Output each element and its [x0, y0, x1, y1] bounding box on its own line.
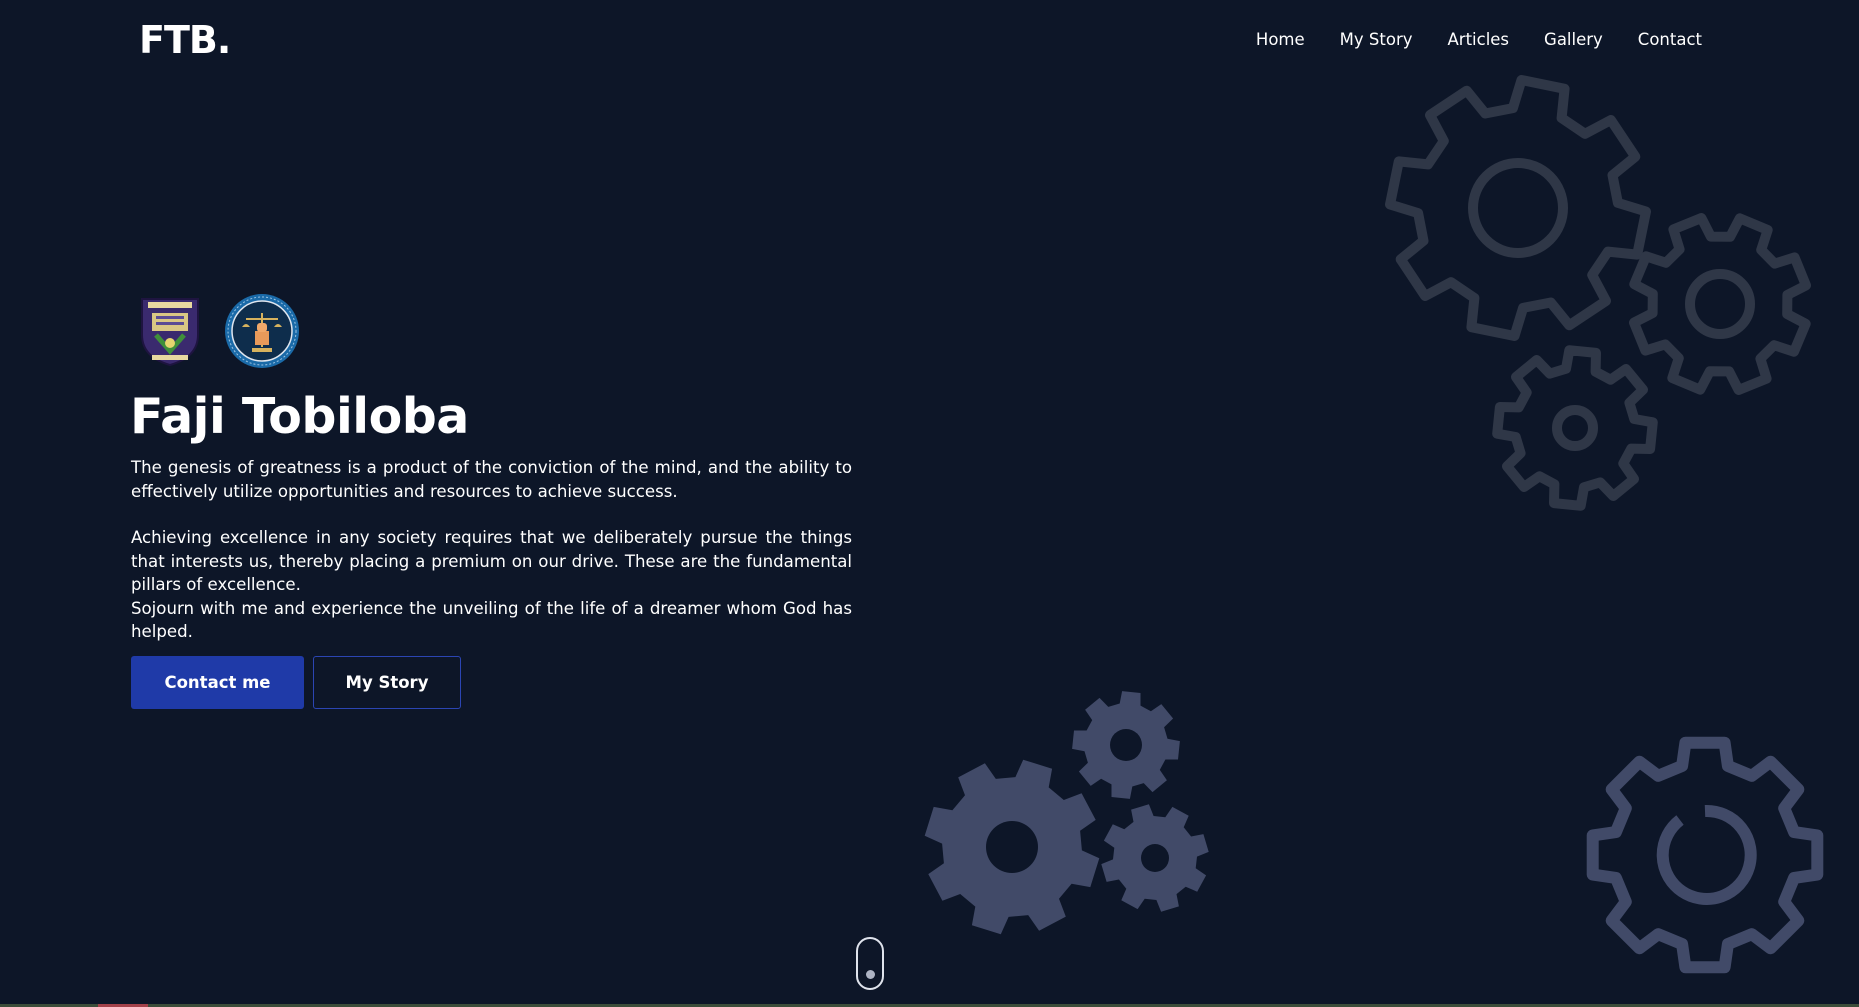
page: FTB. Home My Story Articles Gallery Cont…: [0, 0, 1859, 1007]
my-story-button[interactable]: My Story: [313, 656, 461, 709]
hero-paragraph-1: The genesis of greatness is a product of…: [131, 458, 852, 501]
nav-contact[interactable]: Contact: [1638, 30, 1702, 49]
mouse-scroll-icon[interactable]: [856, 937, 884, 990]
nav-articles[interactable]: Articles: [1448, 30, 1510, 49]
gear-icon: [1586, 736, 1824, 974]
justice-seal-icon: [225, 294, 299, 368]
nav-my-story[interactable]: My Story: [1340, 30, 1413, 49]
gear-hub: [1468, 158, 1568, 258]
hero-paragraph-3: Sojourn with me and experience the unvei…: [131, 598, 852, 642]
gear-hub: [1685, 269, 1755, 339]
hero-paragraph-2: Achieving excellence in any society requ…: [131, 528, 852, 594]
nav-home[interactable]: Home: [1256, 30, 1305, 49]
main-nav: Home My Story Articles Gallery Contact: [1221, 30, 1702, 49]
gear-arc: [1656, 804, 1757, 905]
affiliation-badges: [138, 293, 300, 369]
hero-description: The genesis of greatness is a product of…: [131, 456, 852, 644]
scroll-indicator-dot: [866, 970, 875, 979]
gear-hub: [1141, 844, 1169, 872]
gear-icon: [1385, 75, 1651, 341]
university-crest-icon: [141, 298, 199, 367]
hero-title: Faji Tobiloba: [130, 388, 469, 445]
nav-gallery[interactable]: Gallery: [1544, 30, 1603, 49]
gear-hub: [986, 821, 1038, 873]
gear-icon: [1629, 213, 1811, 395]
gear-hub: [1110, 729, 1142, 761]
contact-me-button[interactable]: Contact me: [131, 656, 304, 709]
site-logo[interactable]: FTB.: [139, 18, 231, 62]
gear-icon: [1492, 345, 1658, 511]
gear-hub: [1552, 405, 1598, 451]
